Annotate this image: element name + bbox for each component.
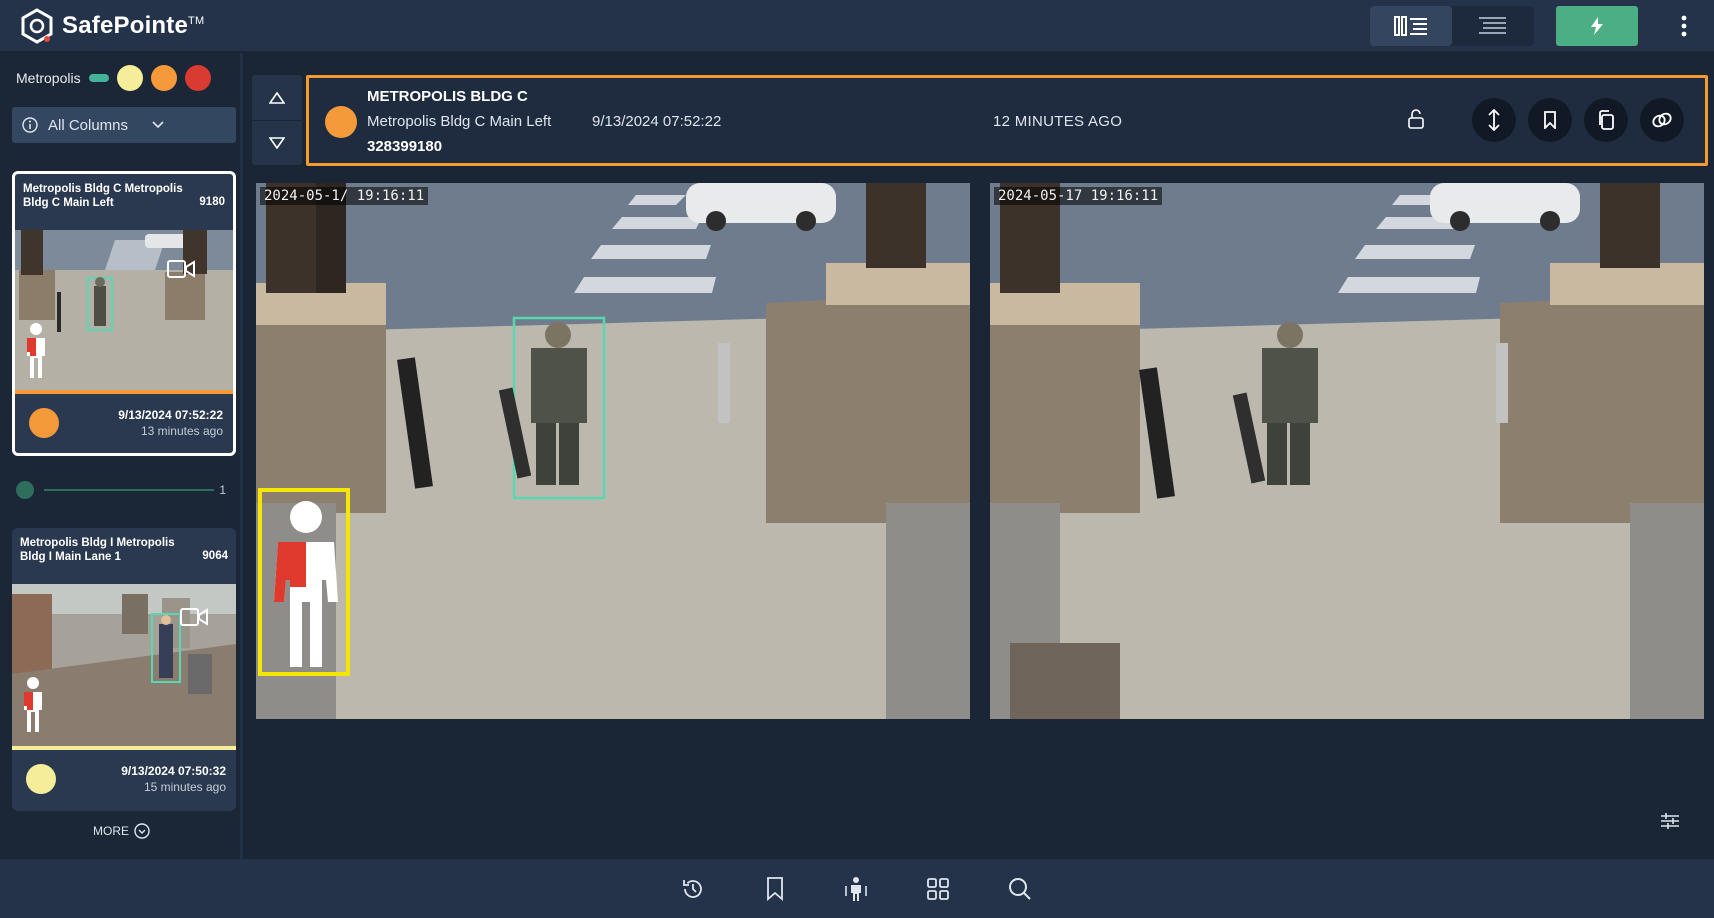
card-footer: 9/13/2024 07:52:22 13 minutes ago bbox=[15, 394, 233, 452]
card-title: Metropolis Bldg C Metropolis Bldg C Main… bbox=[23, 183, 183, 209]
body-zone-icon bbox=[24, 677, 42, 732]
location-label: Metropolis bbox=[16, 70, 81, 86]
legend-yellow-dot[interactable] bbox=[116, 65, 143, 91]
list-view-icon bbox=[1479, 17, 1506, 34]
event-timestamp: 9/13/2024 07:52:22 bbox=[592, 113, 722, 130]
severity-dot bbox=[26, 764, 56, 794]
sidebar: Metropolis All Columns Metropolis Bldg C… bbox=[0, 53, 243, 859]
alert-button[interactable] bbox=[1556, 6, 1638, 46]
swap-vertical-icon bbox=[1488, 109, 1500, 131]
severity-dot bbox=[29, 408, 59, 438]
event-card[interactable]: Metropolis Bldg I Metropolis Bldg I Main… bbox=[12, 528, 236, 811]
copy-button[interactable] bbox=[1584, 98, 1628, 142]
list-view-button[interactable] bbox=[1452, 6, 1534, 46]
search-button[interactable] bbox=[1006, 875, 1034, 903]
camera-frame-raw[interactable]: 2024-05-17 19:16:11 bbox=[990, 183, 1704, 719]
video-camera-icon bbox=[180, 608, 208, 626]
bookmark-icon bbox=[767, 877, 783, 901]
column-filter-label: All Columns bbox=[48, 116, 129, 134]
more-label: MORE bbox=[93, 824, 129, 838]
search-icon bbox=[1009, 878, 1031, 900]
brand-logo[interactable]: SafePointeTM bbox=[20, 8, 204, 44]
history-button[interactable] bbox=[679, 875, 707, 903]
card-time: 9/13/2024 07:50:32 bbox=[121, 764, 226, 778]
event-nav bbox=[252, 75, 302, 165]
location-row: Metropolis bbox=[16, 63, 211, 93]
video-camera-icon bbox=[167, 260, 195, 278]
bookmarks-button[interactable] bbox=[761, 875, 789, 903]
grid-list-view-icon bbox=[1394, 16, 1427, 36]
bookmark-button[interactable] bbox=[1528, 98, 1572, 142]
card-ago: 15 minutes ago bbox=[143, 780, 226, 794]
camera-frame-annotated[interactable]: 2024-05-1/ 19:16:11 bbox=[256, 183, 970, 719]
safepointe-logo-icon bbox=[21, 8, 53, 44]
body-zone-icon bbox=[274, 501, 338, 667]
body-zone-overlay bbox=[258, 488, 350, 676]
threshold-slider[interactable]: 1 bbox=[16, 477, 226, 501]
slider-handle[interactable] bbox=[16, 481, 34, 499]
grid-list-view-button[interactable] bbox=[1370, 6, 1452, 46]
card-header: Metropolis Bldg C Metropolis Bldg C Main… bbox=[15, 174, 233, 230]
event-camera: Metropolis Bldg C Main Left bbox=[367, 113, 552, 130]
adjustments-icon[interactable] bbox=[1660, 812, 1680, 830]
brand-name: SafePointeTM bbox=[62, 12, 205, 39]
card-thumbnail[interactable] bbox=[12, 584, 236, 746]
card-code: 9180 bbox=[199, 196, 225, 208]
legend-low-pill[interactable] bbox=[88, 74, 109, 82]
kebab-icon bbox=[1681, 15, 1687, 37]
event-card-selected[interactable]: Metropolis Bldg C Metropolis Bldg C Main… bbox=[12, 171, 236, 456]
column-filter-select[interactable]: All Columns bbox=[12, 107, 236, 143]
card-footer: 9/13/2024 07:50:32 15 minutes ago bbox=[12, 750, 236, 808]
chevron-down-circle-icon bbox=[134, 823, 150, 839]
card-code: 9064 bbox=[202, 550, 228, 562]
grid-icon bbox=[927, 878, 949, 900]
event-id: 328399180 bbox=[367, 138, 443, 155]
frame-timestamp: 2024-05-1/ 19:16:11 bbox=[260, 187, 429, 205]
card-title: Metropolis Bldg I Metropolis Bldg I Main… bbox=[20, 537, 175, 563]
slider-track[interactable] bbox=[44, 489, 214, 491]
history-icon bbox=[683, 880, 702, 898]
bottom-nav bbox=[0, 859, 1714, 918]
event-header: METROPOLIS BLDG C Metropolis Bldg C Main… bbox=[306, 75, 1708, 166]
body-zone-icon bbox=[27, 323, 45, 378]
camera-frame-image bbox=[256, 183, 970, 719]
card-thumbnail[interactable] bbox=[15, 230, 233, 390]
legend-orange-dot[interactable] bbox=[150, 65, 177, 91]
frame-timestamp: 2024-05-17 19:16:11 bbox=[994, 187, 1163, 205]
person-scan-button[interactable] bbox=[842, 875, 870, 903]
event-ago: 12 MINUTES AGO bbox=[993, 113, 1123, 130]
grid-button[interactable] bbox=[924, 875, 952, 903]
chevron-down-icon bbox=[152, 121, 164, 129]
previous-event-button[interactable] bbox=[252, 75, 302, 120]
more-button[interactable]: MORE bbox=[0, 823, 243, 839]
bookmark-icon bbox=[1544, 111, 1556, 129]
card-header: Metropolis Bldg I Metropolis Bldg I Main… bbox=[12, 528, 236, 584]
triangle-down-icon bbox=[269, 137, 285, 149]
camera-frame-image bbox=[990, 183, 1704, 719]
lock-icon[interactable] bbox=[1407, 108, 1425, 130]
event-severity-dot bbox=[325, 106, 357, 138]
info-icon bbox=[22, 117, 38, 133]
link-icon bbox=[1652, 112, 1672, 128]
bolt-icon bbox=[1591, 17, 1603, 35]
event-title: METROPOLIS BLDG C bbox=[367, 88, 528, 105]
more-options-button[interactable] bbox=[1672, 12, 1696, 40]
legend-red-dot[interactable] bbox=[184, 65, 211, 91]
triangle-up-icon bbox=[269, 91, 285, 104]
card-ago: 13 minutes ago bbox=[140, 424, 223, 438]
copy-icon bbox=[1599, 110, 1614, 130]
swap-vertical-button[interactable] bbox=[1472, 98, 1516, 142]
slider-value: 1 bbox=[219, 483, 226, 497]
next-event-button[interactable] bbox=[252, 120, 302, 165]
top-bar: SafePointeTM bbox=[0, 0, 1714, 52]
view-toggle bbox=[1370, 6, 1534, 46]
person-scan-icon bbox=[845, 877, 867, 901]
link-button[interactable] bbox=[1640, 98, 1684, 142]
card-time: 9/13/2024 07:52:22 bbox=[118, 408, 223, 422]
